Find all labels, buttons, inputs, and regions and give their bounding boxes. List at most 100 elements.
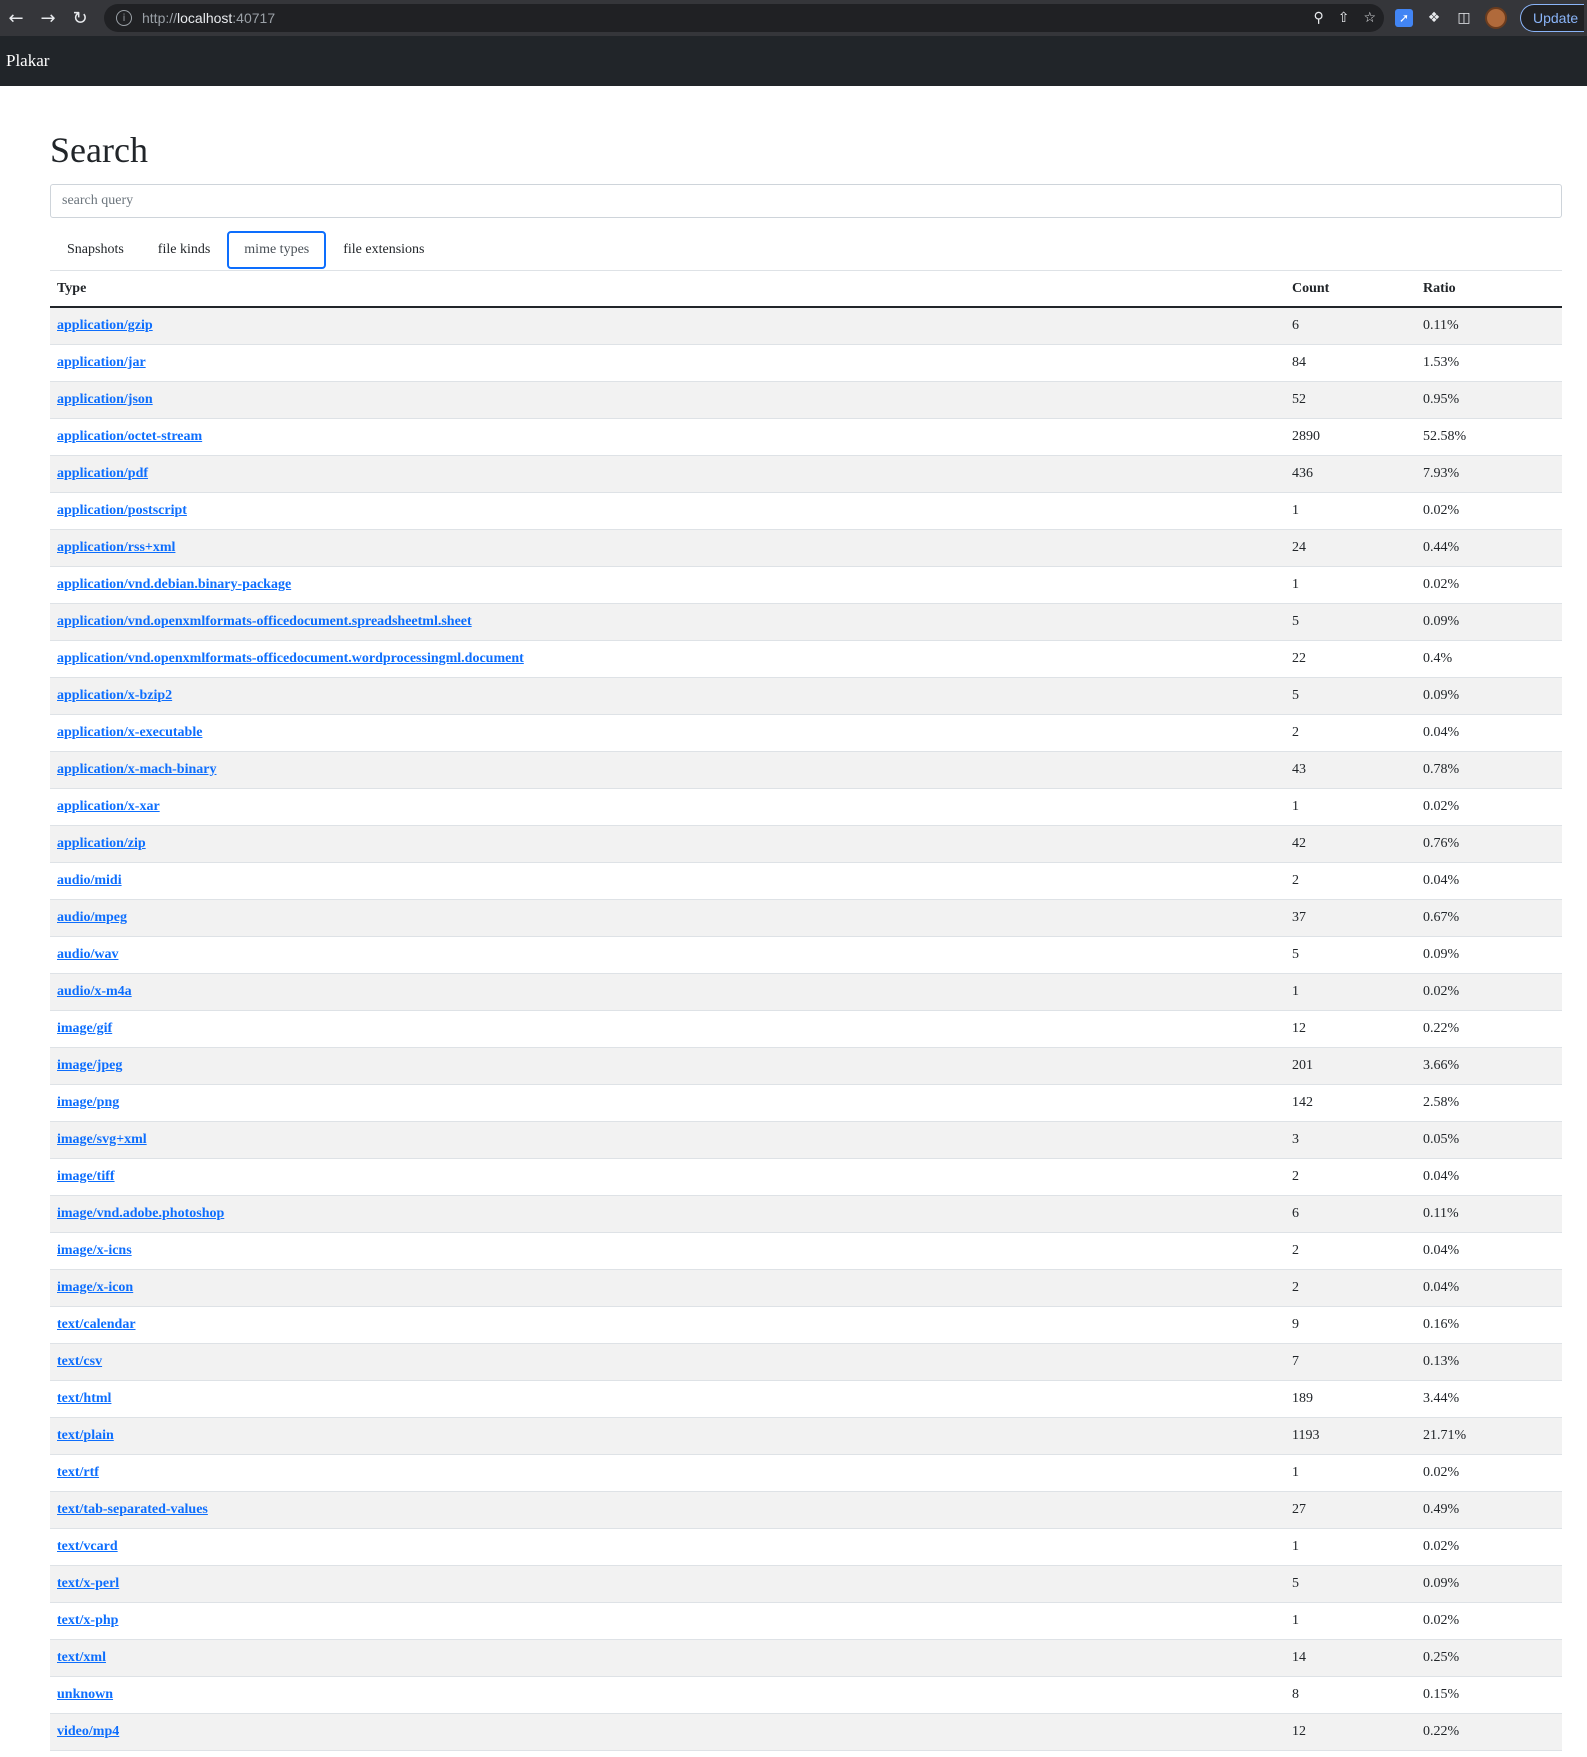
type-link[interactable]: image/x-icns (57, 1243, 132, 1258)
back-arrow-icon[interactable]: ← (0, 0, 32, 36)
header-type: Type (50, 271, 1285, 308)
type-cell: application/postscript (50, 492, 1285, 530)
count-cell: 1 (1285, 1528, 1416, 1566)
table-row: image/gif 12 0.22% (50, 1010, 1562, 1048)
type-link[interactable]: application/jar (57, 355, 146, 370)
type-link[interactable]: text/xml (57, 1650, 106, 1665)
type-cell: application/vnd.debian.binary-package (50, 566, 1285, 604)
table-row: application/x-bzip2 5 0.09% (50, 677, 1562, 715)
type-link[interactable]: application/x-executable (57, 725, 202, 740)
search-input[interactable] (50, 184, 1562, 218)
type-link[interactable]: image/jpeg (57, 1058, 122, 1073)
brand-link[interactable]: Plakar (6, 51, 49, 71)
type-link[interactable]: text/html (57, 1391, 111, 1406)
type-link[interactable]: application/octet-stream (57, 429, 202, 444)
address-bar[interactable]: i http://localhost:40717 ⚲ ⇧ ☆ (104, 4, 1384, 32)
share-icon[interactable]: ⇧ (1338, 10, 1350, 26)
type-link[interactable]: text/rtf (57, 1465, 99, 1480)
type-link[interactable]: text/calendar (57, 1317, 136, 1332)
tab-mime-types[interactable]: mime types (227, 231, 327, 269)
type-link[interactable]: application/json (57, 392, 153, 407)
type-link[interactable]: application/vnd.openxmlformats-officedoc… (57, 651, 524, 666)
table-row: image/jpeg 201 3.66% (50, 1047, 1562, 1085)
table-row: application/x-executable 2 0.04% (50, 714, 1562, 752)
app-navbar: Plakar (0, 36, 1587, 86)
ratio-cell: 0.4% (1416, 640, 1562, 678)
ratio-cell: 0.95% (1416, 381, 1562, 419)
type-link[interactable]: image/gif (57, 1021, 112, 1036)
type-link[interactable]: text/plain (57, 1428, 114, 1443)
type-link[interactable]: text/x-perl (57, 1576, 119, 1591)
type-link[interactable]: image/vnd.adobe.photoshop (57, 1206, 224, 1221)
type-cell: text/vcard (50, 1528, 1285, 1566)
table-header-row: Type Count Ratio (50, 271, 1562, 308)
table-row: application/json 52 0.95% (50, 381, 1562, 419)
type-link[interactable]: audio/wav (57, 947, 118, 962)
profile-avatar[interactable] (1485, 7, 1507, 29)
type-link[interactable]: image/x-icon (57, 1280, 133, 1295)
type-cell: unknown (50, 1676, 1285, 1714)
table-row: application/postscript 1 0.02% (50, 492, 1562, 530)
type-link[interactable]: text/tab-separated-values (57, 1502, 208, 1517)
type-link[interactable]: video/mp4 (57, 1724, 119, 1739)
type-link[interactable]: application/x-mach-binary (57, 762, 216, 777)
count-cell: 6 (1285, 307, 1416, 345)
type-link[interactable]: audio/midi (57, 873, 122, 888)
zoom-icon[interactable]: ⚲ (1313, 10, 1323, 26)
table-row: application/x-mach-binary 43 0.78% (50, 751, 1562, 789)
type-link[interactable]: text/csv (57, 1354, 102, 1369)
forward-arrow-icon[interactable]: → (32, 0, 64, 36)
type-link[interactable]: application/gzip (57, 318, 153, 333)
type-link[interactable]: application/x-bzip2 (57, 688, 172, 703)
table-row: image/vnd.adobe.photoshop 6 0.11% (50, 1195, 1562, 1233)
count-cell: 7 (1285, 1343, 1416, 1381)
site-info-icon[interactable]: i (116, 10, 132, 26)
type-link[interactable]: application/vnd.debian.binary-package (57, 577, 291, 592)
type-link[interactable]: application/pdf (57, 466, 148, 481)
type-link[interactable]: application/postscript (57, 503, 187, 518)
type-link[interactable]: application/vnd.openxmlformats-officedoc… (57, 614, 472, 629)
ratio-cell: 0.09% (1416, 603, 1562, 641)
type-cell: application/json (50, 381, 1285, 419)
reload-icon[interactable]: ↻ (64, 0, 96, 36)
count-cell: 2 (1285, 714, 1416, 752)
ratio-cell: 0.15% (1416, 1676, 1562, 1714)
count-cell: 52 (1285, 381, 1416, 419)
type-cell: video/mp4 (50, 1713, 1285, 1751)
table-row: application/zip 42 0.76% (50, 825, 1562, 863)
extension-icon[interactable]: ➚ (1395, 9, 1413, 27)
count-cell: 5 (1285, 936, 1416, 974)
ratio-cell: 0.02% (1416, 1602, 1562, 1640)
puzzle-extensions-icon[interactable]: ❖ (1425, 9, 1443, 27)
table-row: text/rtf 1 0.02% (50, 1454, 1562, 1492)
type-link[interactable]: image/png (57, 1095, 119, 1110)
table-row: audio/midi 2 0.04% (50, 862, 1562, 900)
type-link[interactable]: image/tiff (57, 1169, 115, 1184)
type-link[interactable]: unknown (57, 1687, 113, 1702)
tab-snapshots[interactable]: Snapshots (50, 231, 141, 269)
update-button[interactable]: Update (1520, 4, 1584, 32)
side-panel-icon[interactable]: ◫ (1455, 9, 1473, 27)
type-link[interactable]: application/zip (57, 836, 146, 851)
tab-file-extensions[interactable]: file extensions (326, 231, 441, 269)
ratio-cell: 0.22% (1416, 1010, 1562, 1048)
type-link[interactable]: audio/x-m4a (57, 984, 132, 999)
type-link[interactable]: audio/mpeg (57, 910, 127, 925)
type-link[interactable]: text/vcard (57, 1539, 118, 1554)
table-body: application/gzip 6 0.11% application/jar 84 1… (50, 307, 1562, 1751)
type-link[interactable]: text/x-php (57, 1613, 118, 1628)
count-cell: 201 (1285, 1047, 1416, 1085)
ratio-cell: 0.11% (1416, 307, 1562, 345)
count-cell: 12 (1285, 1010, 1416, 1048)
ratio-cell: 0.09% (1416, 936, 1562, 974)
bookmark-star-icon[interactable]: ☆ (1363, 10, 1376, 26)
type-link[interactable]: application/rss+xml (57, 540, 175, 555)
type-link[interactable]: application/x-xar (57, 799, 160, 814)
table-row: unknown 8 0.15% (50, 1676, 1562, 1714)
tab-file-kinds[interactable]: file kinds (141, 231, 228, 269)
table-row: application/pdf 436 7.93% (50, 455, 1562, 493)
type-link[interactable]: image/svg+xml (57, 1132, 147, 1147)
type-cell: text/calendar (50, 1306, 1285, 1344)
type-cell: image/jpeg (50, 1047, 1285, 1085)
table-row: application/vnd.openxmlformats-officedoc… (50, 640, 1562, 678)
